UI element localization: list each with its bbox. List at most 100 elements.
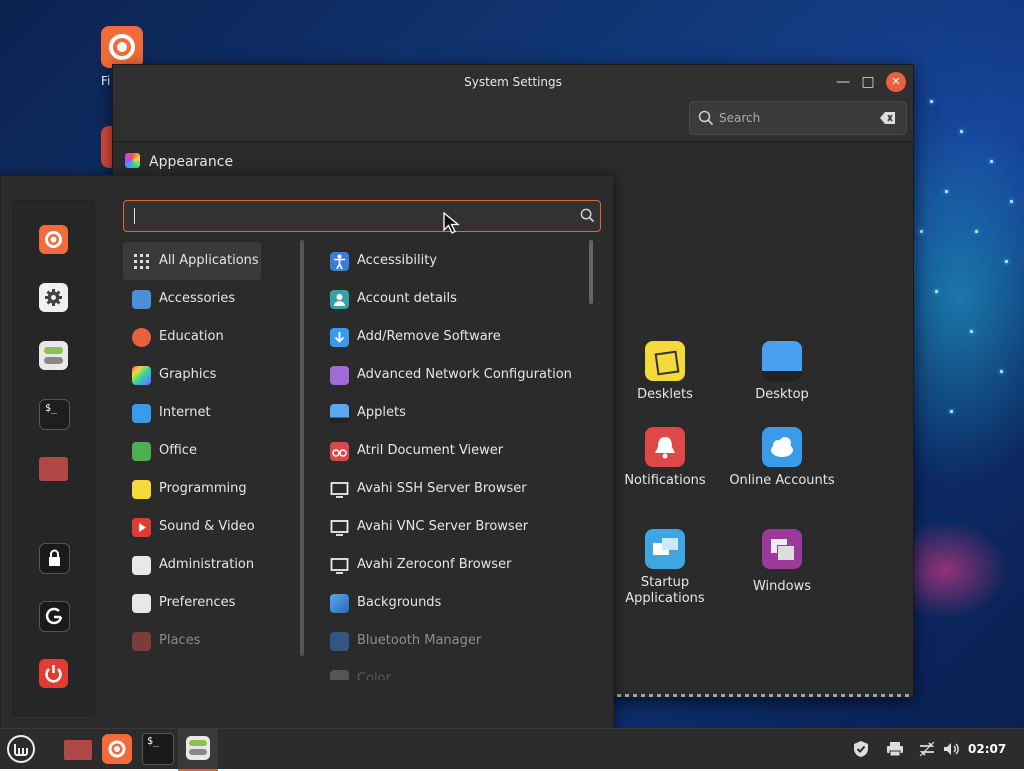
tile-windows[interactable]: Windows (727, 529, 837, 595)
network-icon[interactable] (917, 739, 937, 759)
settings-toggle-icon[interactable] (178, 729, 218, 771)
category-label: All Applications (159, 253, 259, 268)
app-backgrounds[interactable]: Backgrounds (321, 584, 591, 622)
category-label: Programming (159, 481, 247, 496)
app-avahi-zeroconf-browser[interactable]: Avahi Zeroconf Browser (321, 546, 591, 584)
wallpaper-sparkle (970, 330, 973, 333)
tile-startup-applications[interactable]: Startup Applications (610, 529, 720, 607)
volume-icon[interactable] (941, 739, 961, 759)
lock-icon[interactable] (39, 543, 70, 574)
app-label: Add/Remove Software (357, 329, 501, 344)
menu-search-input[interactable] (123, 200, 601, 232)
category-places[interactable]: Places (123, 622, 261, 660)
shield-icon[interactable] (851, 739, 871, 759)
places-icon (132, 632, 151, 651)
appearance-icon (125, 153, 140, 168)
section-title: Appearance (149, 154, 234, 170)
tile-online-accounts[interactable]: Online Accounts (727, 427, 837, 489)
category-programming[interactable]: Programming (123, 470, 261, 508)
firefox-desktop-icon[interactable] (101, 26, 143, 68)
app-advanced-network-configuration[interactable]: Advanced Network Configuration (321, 356, 591, 394)
app-avahi-ssh-server-browser[interactable]: Avahi SSH Server Browser (321, 470, 591, 508)
category-administration[interactable]: Administration (123, 546, 261, 584)
software-icon (330, 328, 349, 347)
wallpaper-sparkle (975, 230, 978, 233)
text-cursor (134, 208, 135, 224)
clock[interactable]: 02:07 (968, 729, 1006, 769)
programming-icon (132, 480, 151, 499)
app-avahi-vnc-server-browser[interactable]: Avahi VNC Server Browser (321, 508, 591, 546)
tile-label: Windows (752, 579, 812, 594)
app-bluetooth-manager[interactable]: Bluetooth Manager (321, 622, 591, 660)
app-add-remove-software[interactable]: Add/Remove Software (321, 318, 591, 356)
app-label: Avahi SSH Server Browser (357, 481, 527, 496)
settings-icon[interactable] (39, 283, 68, 312)
window-titlebar[interactable]: System Settings — □ ✕ (113, 65, 913, 99)
search-icon (580, 208, 595, 223)
tile-desktop[interactable]: Desktop (727, 341, 837, 403)
taskbar: $_ 02:07 (0, 728, 1024, 771)
tile-desklets[interactable]: Desklets (610, 341, 720, 403)
category-label: Preferences (159, 595, 236, 610)
pane-divider[interactable] (300, 240, 304, 656)
startup-applications-icon (645, 529, 685, 569)
logout-icon[interactable] (39, 601, 70, 632)
accessories-icon (132, 290, 151, 309)
account-icon (330, 290, 349, 309)
firefox-icon[interactable] (102, 734, 132, 764)
terminal-icon[interactable]: $_ (39, 399, 70, 430)
desktop-icon (762, 341, 802, 381)
administration-icon (132, 556, 151, 575)
window-title: System Settings (464, 75, 562, 89)
app-applets[interactable]: Applets (321, 394, 591, 432)
app-account-details[interactable]: Account details (321, 280, 591, 318)
applets-icon (330, 404, 349, 423)
category-accessories[interactable]: Accessories (123, 280, 261, 318)
category-sound-video[interactable]: Sound & Video (123, 508, 261, 546)
category-label: Places (159, 633, 201, 648)
tile-label: Notifications (624, 473, 706, 488)
minimize-button[interactable]: — (833, 72, 853, 92)
app-label: Account details (357, 291, 457, 306)
category-all-applications[interactable]: All Applications (123, 242, 261, 280)
printer-icon[interactable] (885, 739, 905, 759)
category-graphics[interactable]: Graphics (123, 356, 261, 394)
category-preferences[interactable]: Preferences (123, 584, 261, 622)
desklets-icon (645, 341, 685, 381)
app-label: Accessibility (357, 253, 437, 268)
category-label: Sound & Video (159, 519, 255, 534)
category-label: Graphics (159, 367, 217, 382)
folder-icon[interactable] (39, 457, 68, 481)
bluetooth-icon (330, 632, 349, 651)
wallpaper-sparkle (920, 230, 923, 233)
education-icon (132, 328, 151, 347)
tile-label: Startup Applications (625, 575, 705, 606)
power-icon[interactable] (39, 659, 68, 688)
wallpaper-sparkle (1000, 370, 1003, 373)
close-button[interactable]: ✕ (886, 72, 906, 92)
monitor-icon (330, 480, 349, 499)
category-internet[interactable]: Internet (123, 394, 261, 432)
online-accounts-icon (762, 427, 802, 467)
category-office[interactable]: Office (123, 432, 261, 470)
app-accessibility[interactable]: Accessibility (321, 242, 591, 280)
wallpaper-sparkle (945, 190, 948, 193)
clear-search-icon[interactable] (880, 111, 896, 125)
internet-icon (132, 404, 151, 423)
terminal-icon[interactable]: $_ (142, 733, 174, 765)
tile-notifications[interactable]: Notifications (610, 427, 720, 489)
firefox-icon[interactable] (39, 225, 68, 254)
category-education[interactable]: Education (123, 318, 261, 356)
toggle-icon[interactable] (39, 341, 68, 370)
app-atril-document-viewer[interactable]: Atril Document Viewer (321, 432, 591, 470)
app-label: Advanced Network Configuration (357, 367, 572, 382)
apps-scrollbar[interactable] (589, 240, 593, 304)
application-menu: $_ All Applications Accessories Educatio… (0, 175, 614, 729)
maximize-button[interactable]: □ (858, 72, 878, 92)
app-color[interactable]: Color (321, 660, 591, 680)
category-label: Office (159, 443, 197, 458)
mint-menu-icon[interactable] (5, 733, 37, 765)
tile-label: Desklets (637, 387, 693, 402)
folder-icon[interactable] (62, 733, 94, 765)
settings-search-input[interactable]: Search (689, 101, 907, 135)
